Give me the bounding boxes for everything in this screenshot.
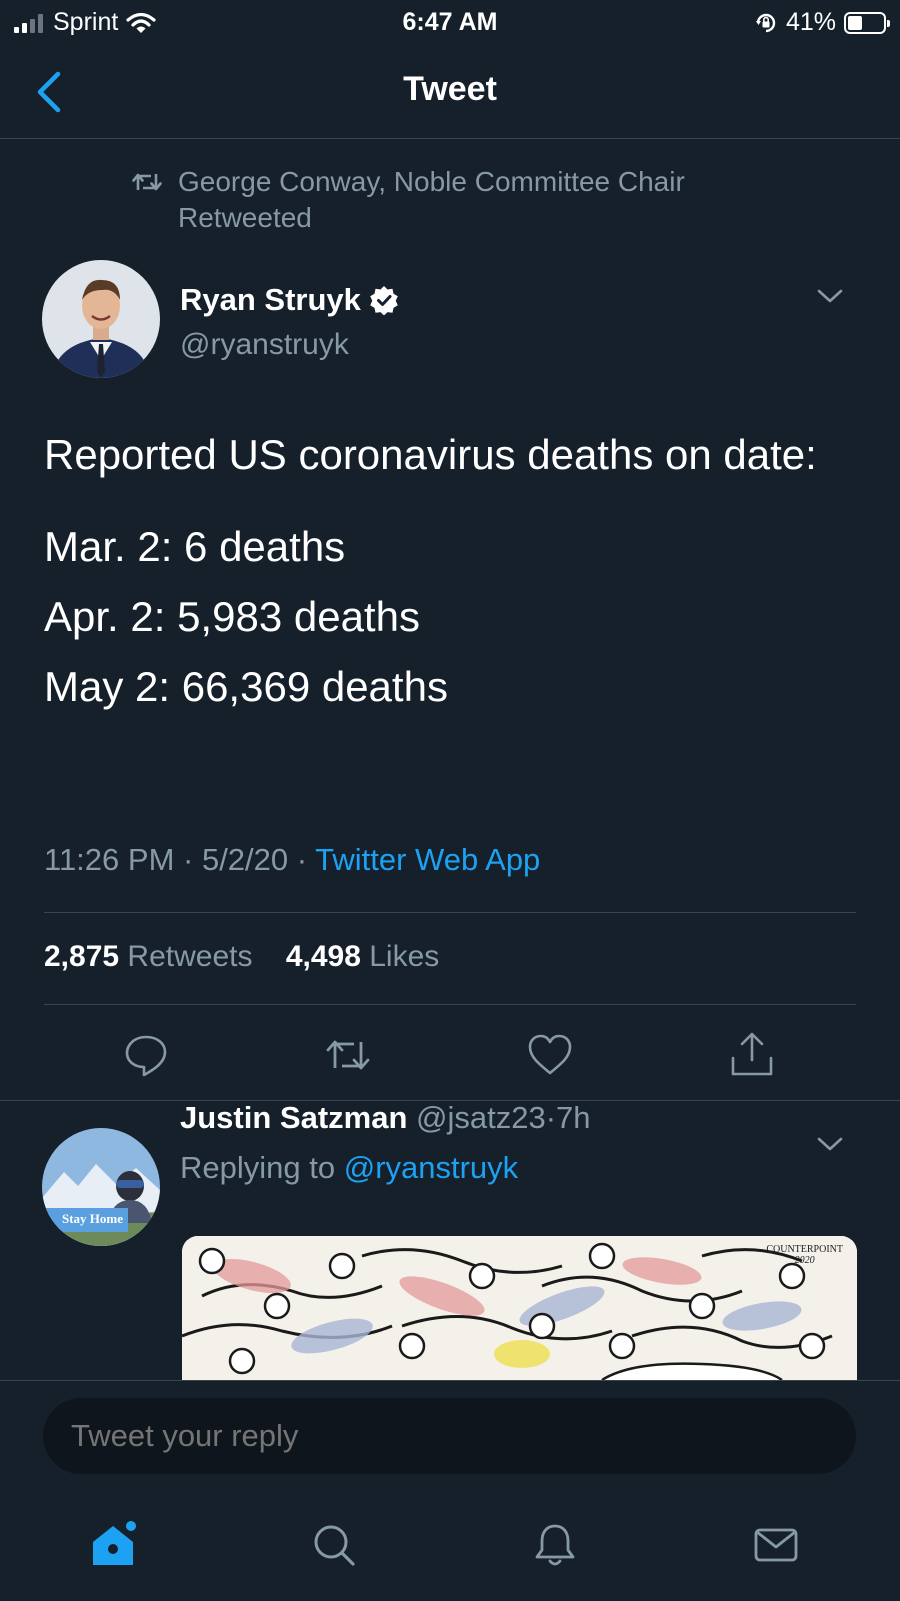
like-button[interactable] xyxy=(525,1030,575,1080)
retweet-button[interactable] xyxy=(323,1030,373,1080)
tweet-options-chevron-icon[interactable] xyxy=(816,286,844,306)
divider xyxy=(44,1004,856,1005)
retweets-stat[interactable]: 2,875 Retweets xyxy=(44,940,252,973)
tweet-line: Mar. 2: 6 deaths xyxy=(44,523,346,570)
home-icon xyxy=(93,1521,136,1565)
tweet-date: 5/2/20 xyxy=(201,842,289,877)
battery-icon xyxy=(844,11,890,34)
tweet-stats: 2,875 Retweets 4,498 Likes xyxy=(44,940,439,974)
retweeted-by-text: George Conway, Noble Committee Chair Ret… xyxy=(178,166,685,233)
nav-header: Tweet xyxy=(0,48,900,139)
meta-separator: · xyxy=(174,842,202,877)
reply-age: 7h xyxy=(556,1100,591,1135)
reply-media-image[interactable]: COUNTERPOINT 2020 xyxy=(182,1236,857,1380)
reply-author-name: Justin Satzman xyxy=(180,1100,408,1135)
notifications-icon xyxy=(535,1524,575,1566)
tweet-text-lines: Mar. 2: 6 deaths Apr. 2: 5,983 deaths Ma… xyxy=(44,512,864,722)
tweet-source-link[interactable]: Twitter Web App xyxy=(315,842,540,877)
image-credit-line-1: COUNTERPOINT xyxy=(766,1244,843,1255)
retweet-context[interactable]: George Conway, Noble Committee Chair Ret… xyxy=(132,164,698,236)
tweet-text-intro: Reported US coronavirus deaths on date: xyxy=(44,431,817,478)
messages-icon xyxy=(754,1528,798,1562)
author-avatar[interactable] xyxy=(42,260,160,378)
battery-level-fill xyxy=(848,15,862,30)
search-icon xyxy=(314,1525,355,1566)
reply-author-line[interactable]: Justin Satzman @jsatz23·7h xyxy=(180,1100,591,1136)
tweet-meta: 11:26 PM · 5/2/20 · Twitter Web App xyxy=(44,842,540,878)
status-bar: Sprint 6:47 AM 41% xyxy=(0,0,900,48)
reply-options-chevron-icon[interactable] xyxy=(816,1134,844,1154)
verified-badge-icon xyxy=(370,286,398,315)
reply-icon xyxy=(125,1035,167,1077)
image-credit: COUNTERPOINT 2020 xyxy=(766,1244,843,1266)
tab-notifications[interactable] xyxy=(530,1520,580,1570)
meta-separator: · xyxy=(288,842,316,877)
share-button[interactable] xyxy=(727,1030,777,1080)
battery-percent: 41% xyxy=(785,8,836,36)
retweet-icon xyxy=(326,1040,370,1070)
author-display-name: Ryan Struyk xyxy=(180,282,361,317)
reply-separator: · xyxy=(545,1100,557,1135)
tab-search[interactable] xyxy=(309,1520,359,1570)
image-credit-line-2: 2020 xyxy=(794,1255,815,1266)
tweet-text: Reported US coronavirus deaths on date: … xyxy=(44,420,864,722)
reply-input[interactable] xyxy=(43,1398,856,1474)
retweet-icon xyxy=(132,173,162,191)
retweets-count: 2,875 xyxy=(44,940,120,973)
tab-home[interactable] xyxy=(88,1520,138,1570)
tweet-line: Apr. 2: 5,983 deaths xyxy=(44,593,420,640)
author-name[interactable]: Ryan Struyk xyxy=(180,282,399,318)
likes-count: 4,498 xyxy=(285,940,361,973)
retweets-label: Retweets xyxy=(127,940,253,973)
reply-button[interactable] xyxy=(121,1030,171,1080)
author-handle: @ryanstruyk xyxy=(180,328,349,361)
tweet-line: May 2: 66,369 deaths xyxy=(44,663,448,710)
reply-author-handle: @jsatz23 xyxy=(416,1100,546,1135)
reply-author-avatar[interactable]: Stay Home xyxy=(42,1128,160,1246)
avatar-banner-text: Stay Home xyxy=(62,1211,124,1226)
replying-to-link[interactable]: @ryanstruyk xyxy=(344,1150,518,1185)
share-icon xyxy=(731,1032,773,1076)
page-title: Tweet xyxy=(403,70,497,108)
divider xyxy=(44,912,856,913)
heart-icon xyxy=(528,1034,572,1075)
tweet-action-bar xyxy=(0,1030,900,1080)
likes-label: Likes xyxy=(369,940,440,973)
replying-to-prefix: Replying to xyxy=(180,1150,336,1185)
rotation-lock-icon xyxy=(755,13,776,32)
likes-stat[interactable]: 4,498 Likes xyxy=(286,940,439,973)
status-right: 41% xyxy=(754,8,890,37)
tweet-time: 11:26 PM xyxy=(44,842,175,877)
tab-messages[interactable] xyxy=(751,1520,801,1570)
replying-to-line: Replying to @ryanstruyk xyxy=(180,1150,518,1186)
